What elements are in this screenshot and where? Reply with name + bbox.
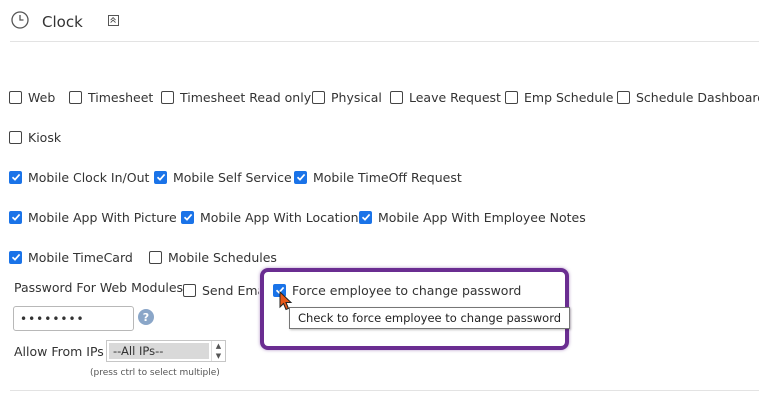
checkbox-box[interactable] (181, 210, 194, 224)
checkbox-mobile-timecard[interactable]: Mobile TimeCard (9, 249, 133, 265)
checkbox-label: Web (28, 89, 56, 105)
checkbox-label: Schedule Dashboard (636, 89, 759, 105)
checkbox-mobile-app-picture[interactable]: Mobile App With Picture (9, 209, 177, 225)
checkbox-force-change-password[interactable]: Force employee to change password (273, 282, 521, 298)
checkbox-mobile-app-notes[interactable]: Mobile App With Employee Notes (359, 209, 586, 225)
checkbox-timesheet[interactable]: Timesheet (69, 89, 153, 105)
checkbox-mobile-app-location[interactable]: Mobile App With Location (181, 209, 359, 225)
footer-divider (10, 390, 759, 391)
checkbox-label: Mobile App With Location (200, 209, 359, 225)
checkbox-mobile-timeoff[interactable]: Mobile TimeOff Request (294, 169, 462, 185)
checkbox-leave-request[interactable]: Leave Request (390, 89, 501, 105)
collapse-up-icon[interactable] (108, 15, 119, 26)
scroll-up-icon[interactable]: ▲ (216, 342, 221, 350)
checkbox-kiosk[interactable]: Kiosk (9, 129, 61, 145)
checkbox-box[interactable] (69, 90, 82, 104)
password-input[interactable] (13, 306, 134, 331)
checkbox-box[interactable] (9, 170, 22, 184)
checkbox-label: Mobile Self Service (173, 169, 292, 185)
checkbox-mobile-schedules[interactable]: Mobile Schedules (149, 249, 277, 265)
checkbox-label: Mobile Clock In/Out (28, 169, 150, 185)
mouse-cursor-icon (279, 291, 293, 311)
scroll-down-icon[interactable]: ▼ (216, 352, 221, 360)
checkbox-web[interactable]: Web (9, 89, 55, 105)
checkbox-label: Mobile TimeOff Request (313, 169, 462, 185)
page-title: Clock (42, 13, 83, 31)
checkbox-box[interactable] (161, 90, 174, 104)
checkbox-mobile-clock[interactable]: Mobile Clock In/Out (9, 169, 149, 185)
select-scrollbar[interactable]: ▲ ▼ (211, 341, 225, 361)
allow-ips-label: Allow From IPs (14, 344, 104, 359)
checkbox-label: Timesheet (88, 89, 154, 105)
allow-ips-hint: (press ctrl to select multiple) (90, 368, 220, 378)
checkbox-box[interactable] (390, 90, 403, 104)
checkbox-box[interactable] (312, 90, 325, 104)
checkbox-mobile-self-service[interactable]: Mobile Self Service (154, 169, 292, 185)
checkbox-label: Mobile App With Employee Notes (378, 209, 586, 225)
checkbox-box[interactable] (617, 90, 630, 104)
checkbox-label: Mobile App With Picture (28, 209, 177, 225)
header-divider (10, 41, 759, 42)
checkbox-label: Mobile TimeCard (28, 249, 133, 265)
checkbox-label: Kiosk (28, 129, 62, 145)
checkbox-schedule-dashboard[interactable]: Schedule Dashboard (617, 89, 759, 105)
checkbox-label: Mobile Schedules (168, 249, 277, 265)
checkbox-emp-schedule[interactable]: Emp Schedule (505, 89, 613, 105)
checkbox-label: Leave Request (409, 89, 501, 105)
help-icon[interactable]: ? (138, 309, 154, 325)
checkbox-box[interactable] (505, 90, 518, 104)
checkbox-send-email[interactable]: Send Ema (183, 282, 259, 298)
checkbox-label: Physical (331, 89, 382, 105)
checkbox-box[interactable] (9, 90, 22, 104)
checkbox-box[interactable] (359, 210, 372, 224)
checkbox-label: Force employee to change password (292, 282, 522, 298)
checkbox-box[interactable] (294, 170, 307, 184)
checkbox-box[interactable] (9, 250, 22, 264)
checkbox-box[interactable] (183, 283, 196, 297)
checkbox-box[interactable] (9, 130, 22, 144)
checkbox-box[interactable] (9, 210, 22, 224)
checkbox-physical[interactable]: Physical (312, 89, 382, 105)
checkbox-label: Send Ema (202, 282, 259, 298)
password-label: Password For Web Modules (14, 280, 184, 295)
allow-ips-select[interactable]: --All IPs-- ▲ ▼ (106, 340, 226, 362)
checkbox-label: Emp Schedule (524, 89, 614, 105)
checkbox-label: Timesheet Read only (180, 89, 312, 105)
tooltip: Check to force employee to change passwo… (289, 307, 571, 329)
ip-option-selected[interactable]: --All IPs-- (109, 343, 209, 359)
checkbox-box[interactable] (154, 170, 167, 184)
checkbox-timesheet-read-only[interactable]: Timesheet Read only (161, 89, 311, 105)
checkbox-box[interactable] (149, 250, 162, 264)
clock-icon (11, 11, 29, 29)
